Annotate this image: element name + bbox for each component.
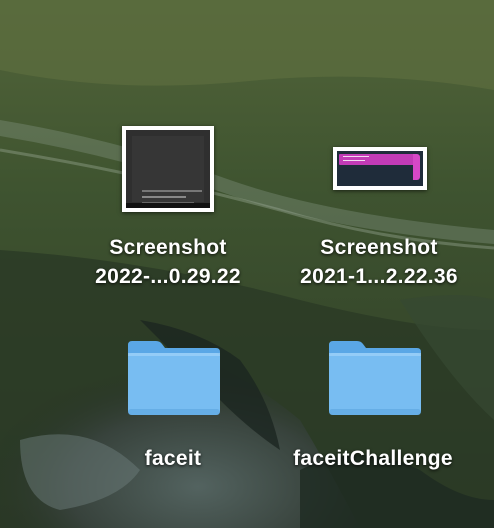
- item-label: faceitChallenge: [293, 447, 453, 470]
- screenshot-preview: [132, 136, 204, 204]
- folder-icon[interactable]: [327, 337, 423, 417]
- item-label-line1: Screenshot: [320, 236, 438, 259]
- item-label-line2: 2021-1...2.22.36: [300, 265, 458, 288]
- screenshot-thumbnail-icon[interactable]: [333, 147, 427, 190]
- desktop-item-screenshot-2021[interactable]: Screenshot 2021-1...2.22.36: [279, 233, 479, 291]
- item-label-line1: Screenshot: [109, 236, 227, 259]
- screenshot-thumbnail-icon[interactable]: [122, 126, 214, 212]
- desktop-item-folder-faceitchallenge[interactable]: faceitChallenge: [273, 444, 473, 473]
- folder-icon[interactable]: [126, 337, 222, 417]
- desktop-item-folder-faceit[interactable]: faceit: [73, 444, 273, 473]
- item-label: faceit: [144, 447, 202, 470]
- item-label-line2: 2022-...0.29.22: [95, 265, 241, 288]
- desktop-item-screenshot-2022[interactable]: Screenshot 2022-...0.29.22: [68, 233, 268, 291]
